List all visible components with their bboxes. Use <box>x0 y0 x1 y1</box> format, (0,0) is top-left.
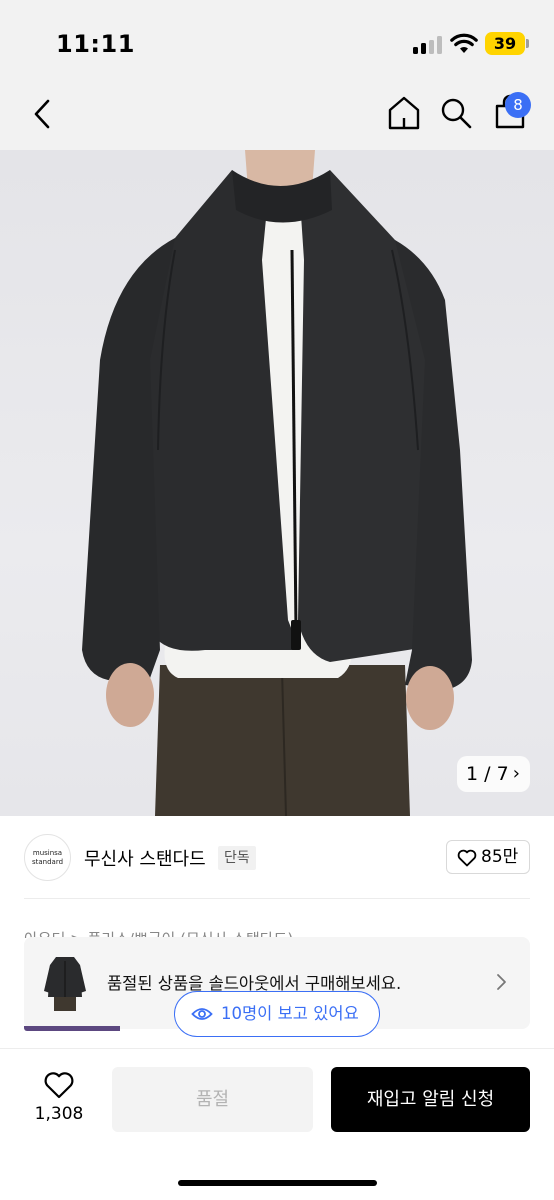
nav-bar <box>0 80 554 150</box>
battery-icon: 39 <box>485 32 525 55</box>
battery-nub <box>526 39 529 48</box>
eye-icon <box>191 1008 213 1020</box>
heart-icon <box>44 1072 74 1099</box>
exclusive-badge: 단독 <box>218 846 256 870</box>
image-counter-text: 1 / 7 <box>466 763 509 785</box>
jacket-photo <box>82 150 472 816</box>
wishlist-count: 1,308 <box>34 1104 84 1124</box>
heart-icon <box>457 849 477 867</box>
cart-count-badge: 8 <box>505 92 531 118</box>
divider <box>24 898 530 899</box>
soldout-button: 품절 <box>112 1067 313 1132</box>
image-counter[interactable]: 1 / 7 › <box>457 756 530 792</box>
status-time: 11:11 <box>56 30 135 58</box>
banner-progress-bar <box>24 1026 120 1031</box>
back-chevron-icon[interactable] <box>28 96 58 132</box>
brand-row[interactable]: musinsa standard 무신사 스탠다드 단독 85만 <box>0 816 554 900</box>
product-image[interactable] <box>0 150 554 816</box>
brand-logo[interactable]: musinsa standard <box>24 834 71 881</box>
viewers-text: 10명이 보고 있어요 <box>221 1004 359 1023</box>
cellular-signal-icon <box>413 36 443 54</box>
brand-name[interactable]: 무신사 스탠다드 <box>84 845 206 871</box>
status-bar: 11:11 39 <box>0 0 554 80</box>
viewers-pill: 10명이 보고 있어요 <box>174 991 380 1037</box>
brand-like-count: 85만 <box>481 847 519 867</box>
chevron-right-icon <box>497 974 506 990</box>
restock-alert-button[interactable]: 재입고 알림 신청 <box>331 1067 530 1132</box>
home-icon[interactable] <box>386 94 422 132</box>
banner-product-thumbnail <box>42 951 88 1013</box>
wishlist-button[interactable]: 1,308 <box>28 1066 90 1136</box>
brand-like-button[interactable]: 85만 <box>446 840 530 874</box>
search-icon[interactable] <box>438 94 474 132</box>
chevron-right-icon: › <box>512 763 520 784</box>
home-indicator[interactable] <box>178 1180 377 1186</box>
wifi-icon <box>450 33 478 53</box>
bottom-divider <box>0 1048 554 1049</box>
